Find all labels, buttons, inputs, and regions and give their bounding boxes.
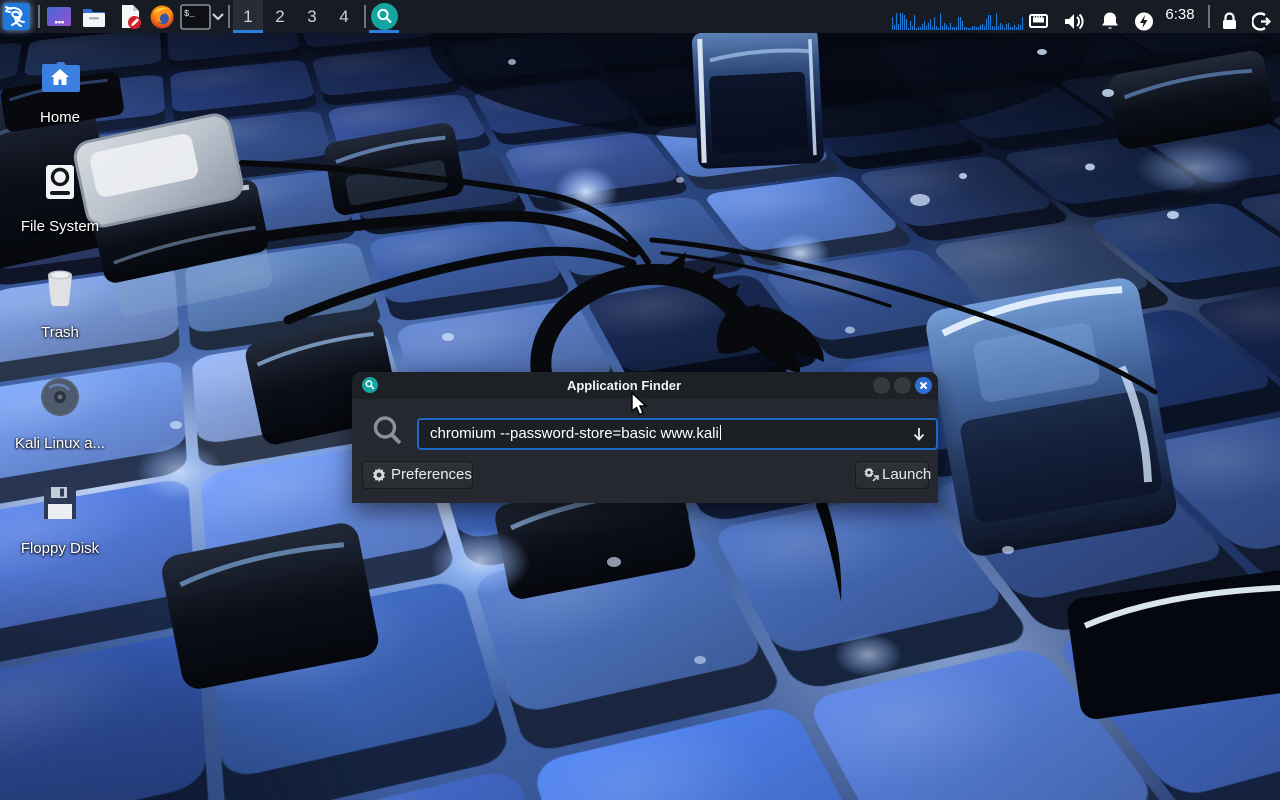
svg-text:$_: $_ [184,9,195,19]
